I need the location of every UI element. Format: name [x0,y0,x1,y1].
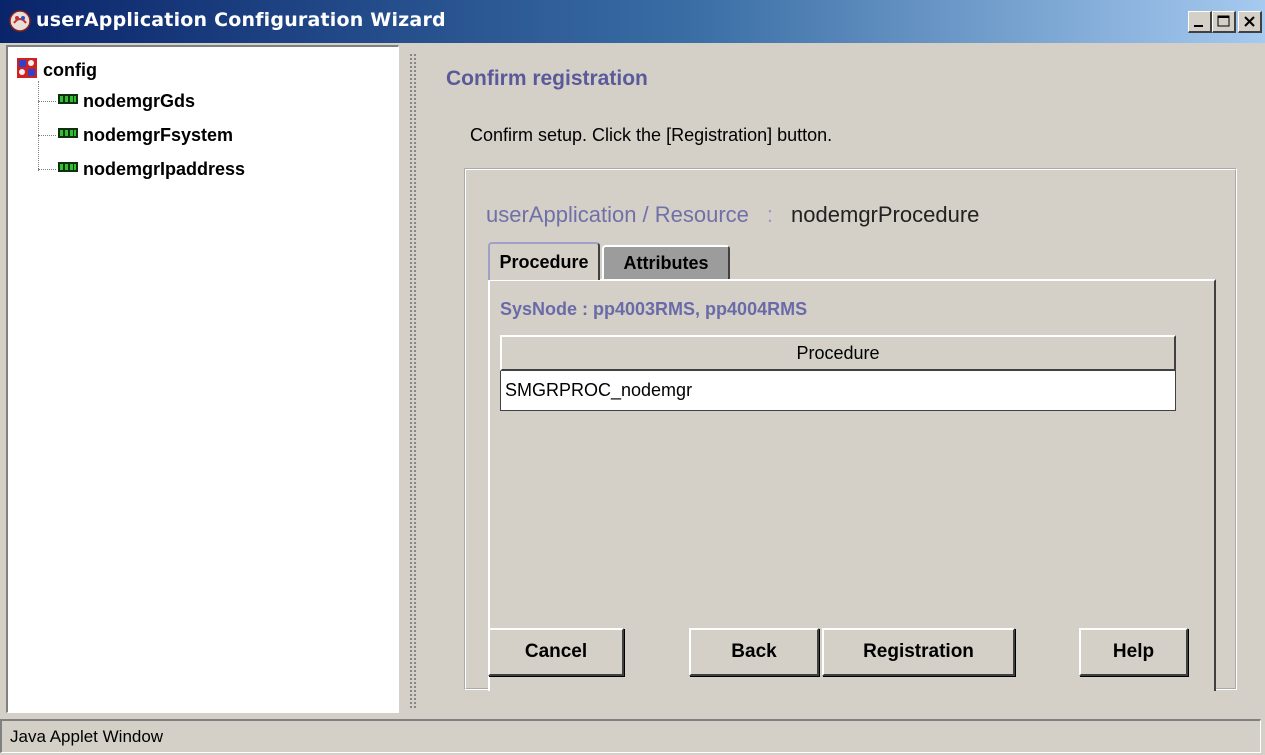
tab-attributes[interactable]: Attributes [602,245,730,279]
tree-node-config[interactable]: config [16,57,97,83]
procedure-table: Procedure SMGRPROC_nodemgr [500,335,1176,411]
page-title: Confirm registration [446,67,648,90]
status-bar: Java Applet Window [0,719,1261,753]
window-title: userApplication Configuration Wizard [36,9,446,31]
resource-line: userApplication / Resource: nodemgrProced… [486,202,979,228]
tree-node-label: config [43,59,97,80]
tree-connector [38,101,56,102]
registration-button[interactable]: Registration [822,628,1015,676]
splitter-grip [409,53,417,708]
resource-separator: : [766,202,774,227]
wizard-window: userApplication Configuration Wizard con… [0,0,1265,755]
resource-icon [58,160,78,179]
minimize-icon [1194,25,1203,27]
cancel-button[interactable]: Cancel [488,628,624,676]
close-icon [1244,16,1255,27]
maximize-button[interactable] [1212,11,1236,33]
tree-connector [38,81,39,171]
tree-node-nodemgrfsystem[interactable]: nodemgrFsystem [58,122,233,148]
tree-node-nodemgrgds[interactable]: nodemgrGds [58,88,195,114]
confirmation-panel: userApplication / Resource: nodemgrProced… [464,168,1237,691]
maximize-icon [1217,15,1230,27]
instruction-text: Confirm setup. Click the [Registration] … [470,125,833,145]
sysnode-label: SysNode : pp4003RMS, pp4004RMS [500,299,808,319]
close-button[interactable] [1238,11,1262,33]
back-button[interactable]: Back [689,628,819,676]
tree-node-label: nodemgrIpaddress [83,158,246,179]
minimize-button[interactable] [1188,11,1212,33]
tab-procedure[interactable]: Procedure [488,242,600,280]
wizard-content: Confirm registration Confirm setup. Clic… [426,45,1261,715]
tree-node-nodemgripaddress[interactable]: nodemgrIpaddress [58,156,245,182]
split-pane-divider[interactable] [401,45,425,715]
resource-label: userApplication / Resource [486,202,749,227]
title-bar[interactable]: userApplication Configuration Wizard [0,0,1265,43]
config-icon [16,57,38,84]
resource-tree[interactable]: config nodemgrGds nodemgrFsystem nodemgr… [8,47,398,712]
resource-icon [58,126,78,145]
java-app-icon [8,9,32,33]
tree-node-label: nodemgrGds [83,90,196,111]
help-button[interactable]: Help [1079,628,1188,676]
table-header-procedure[interactable]: Procedure [500,335,1176,371]
table-row[interactable]: SMGRPROC_nodemgr [500,371,1176,411]
resource-icon [58,92,78,111]
tree-connector [38,169,56,170]
resource-name: nodemgrProcedure [791,202,980,227]
tree-connector [38,135,56,136]
resource-tree-panel: config nodemgrGds nodemgrFsystem nodemgr… [6,45,399,713]
tree-node-label: nodemgrFsystem [83,124,234,145]
